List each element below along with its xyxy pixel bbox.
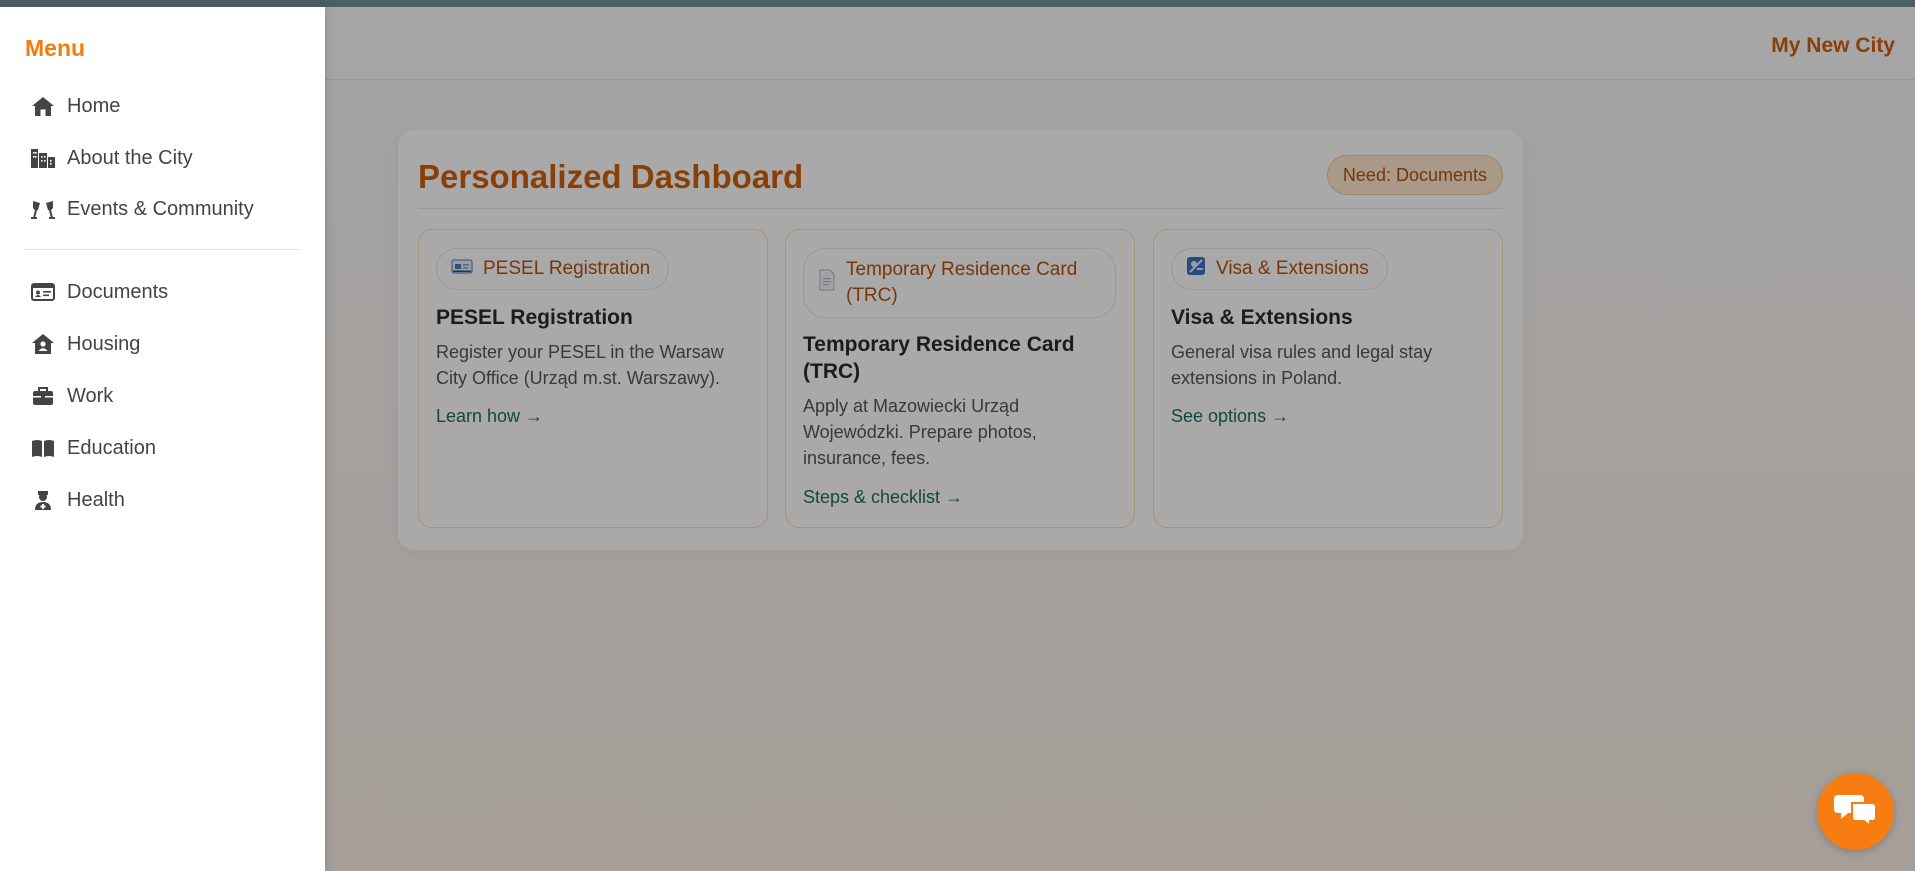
sidebar-item-label: About the City xyxy=(67,146,193,169)
menu-title: Menu xyxy=(25,35,86,61)
sidebar-item-label: Education xyxy=(67,436,156,459)
sidebar-item-label: Housing xyxy=(67,332,141,355)
home-icon xyxy=(30,94,56,118)
sidebar-item-label: Health xyxy=(67,488,125,511)
house-user-icon xyxy=(30,332,56,356)
sidebar-item-work[interactable]: Work xyxy=(30,376,113,416)
book-icon xyxy=(30,436,56,460)
sidebar-item-health[interactable]: Health xyxy=(30,480,125,520)
sidebar-divider xyxy=(25,249,300,250)
sidebar-item-housing[interactable]: Housing xyxy=(30,324,140,364)
top-accent-strip xyxy=(0,0,1915,7)
sidebar-item-label: Work xyxy=(67,384,114,407)
sidebar-item-events[interactable]: Events & Community xyxy=(30,189,254,229)
sidebar-item-label: Events & Community xyxy=(67,197,254,220)
sidebar-item-label: Home xyxy=(67,94,121,117)
briefcase-icon xyxy=(30,384,56,408)
user-nurse-icon xyxy=(30,488,56,512)
city-icon xyxy=(30,146,56,170)
sidebar-item-education[interactable]: Education xyxy=(30,428,156,468)
sidebar-item-home[interactable]: Home xyxy=(30,86,120,126)
sidebar-item-about-city[interactable]: About the City xyxy=(30,138,193,178)
sidebar-item-documents[interactable]: Documents xyxy=(30,272,168,312)
id-card-icon xyxy=(30,280,56,304)
sidebar-menu: Menu Home About the City Events & Commun… xyxy=(0,7,325,871)
sidebar-item-label: Documents xyxy=(67,280,169,303)
chat-button[interactable] xyxy=(1817,773,1894,850)
chat-bubbles-icon xyxy=(1833,791,1878,832)
glasses-cheers-icon xyxy=(30,197,56,221)
